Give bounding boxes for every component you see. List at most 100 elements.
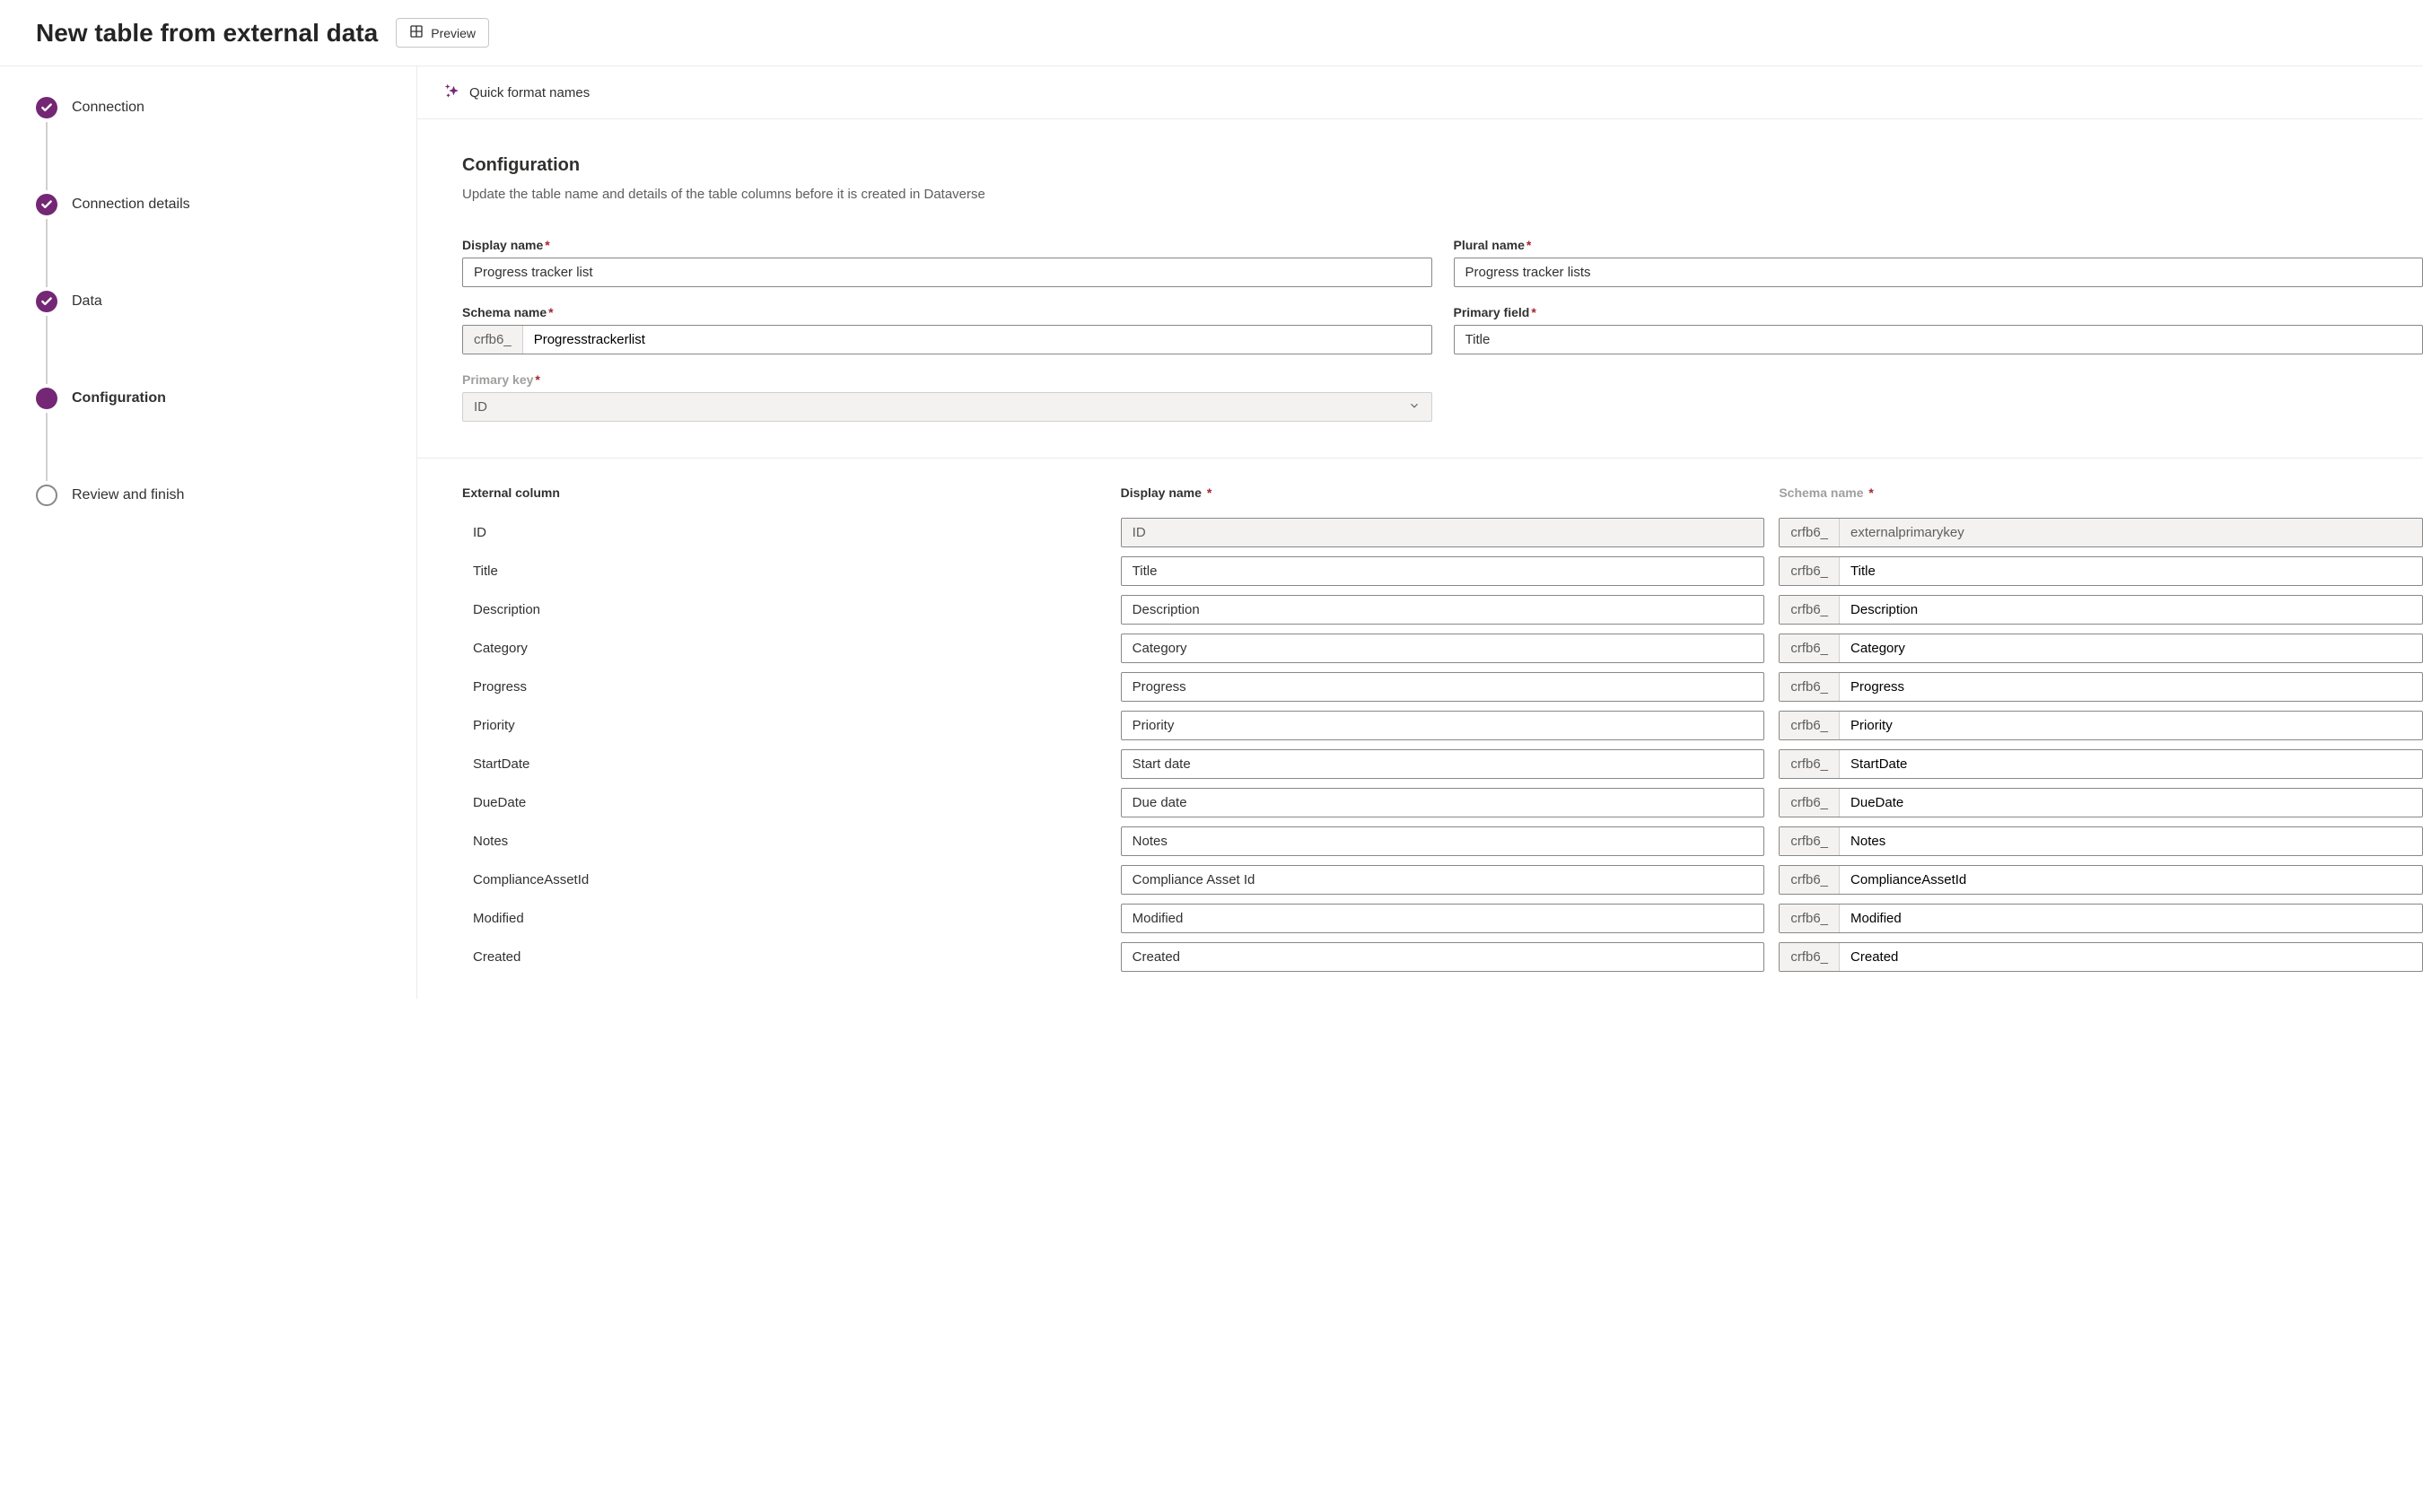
chevron-down-icon (1408, 399, 1421, 415)
plural-name-label: Plural name* (1454, 238, 2423, 252)
column-schema-name-input (1840, 519, 2422, 546)
plural-name-field: Plural name* (1454, 238, 2423, 287)
column-schema-name-input[interactable] (1840, 866, 2422, 894)
step-connector (46, 316, 48, 384)
preview-icon (409, 24, 424, 41)
column-schema-name-input[interactable] (1840, 557, 2422, 585)
schema-prefix: crfb6_ (1780, 866, 1840, 894)
column-display-name-input[interactable] (1121, 556, 1765, 586)
column-display-name-input[interactable] (1121, 942, 1765, 972)
step-connector (46, 219, 48, 287)
column-schema-wrap: crfb6_ (1779, 788, 2423, 817)
schema-prefix: crfb6_ (1780, 943, 1840, 971)
step-label: Connection (72, 100, 144, 116)
external-column-name: Description (462, 597, 1107, 623)
step-connection[interactable]: Connection (36, 93, 416, 122)
column-schema-wrap: crfb6_ (1779, 904, 2423, 933)
schema-prefix: crfb6_ (1780, 827, 1840, 855)
external-column-name: Created (462, 944, 1107, 970)
external-column-name: StartDate (462, 751, 1107, 777)
step-dot (36, 388, 57, 409)
column-schema-name-input[interactable] (1840, 827, 2422, 855)
step-label: Review and finish (72, 487, 184, 503)
step-dot (36, 485, 57, 506)
page-header: New table from external data Preview (0, 0, 2423, 66)
wizard-sidebar: Connection Connection details Data Configur… (0, 66, 417, 999)
column-schema-name-input[interactable] (1840, 634, 2422, 662)
external-column-name: Progress (462, 674, 1107, 700)
schema-prefix: crfb6_ (1780, 673, 1840, 701)
schema-prefix: crfb6_ (1780, 712, 1840, 739)
column-display-name-input[interactable] (1121, 711, 1765, 740)
column-schema-wrap: crfb6_ (1779, 865, 2423, 895)
configuration-section: Configuration Update the table name and … (417, 119, 2423, 459)
column-schema-wrap: crfb6_ (1779, 518, 2423, 547)
schema-prefix: crfb6_ (463, 326, 523, 354)
schema-name-field: Schema name* crfb6_ (462, 305, 1432, 354)
primary-field-field: Primary field* (1454, 305, 2423, 354)
primary-key-label: Primary key* (462, 372, 1432, 387)
schema-prefix: crfb6_ (1780, 905, 1840, 932)
column-schema-wrap: crfb6_ (1779, 749, 2423, 779)
plural-name-input[interactable] (1454, 258, 2423, 287)
step-label: Configuration (72, 390, 166, 406)
main-content: Quick format names Configuration Update … (417, 66, 2423, 999)
column-display-name-input[interactable] (1121, 672, 1765, 702)
column-schema-wrap: crfb6_ (1779, 711, 2423, 740)
step-configuration[interactable]: Configuration (36, 384, 416, 413)
external-column-name: DueDate (462, 790, 1107, 816)
page-title: New table from external data (36, 19, 378, 48)
column-schema-name-input[interactable] (1840, 789, 2422, 817)
primary-key-select[interactable]: ID (462, 392, 1432, 422)
column-schema-name-input[interactable] (1840, 943, 2422, 971)
schema-name-label: Schema name* (462, 305, 1432, 319)
check-icon (36, 97, 57, 118)
external-column-name: Category (462, 635, 1107, 661)
column-schema-name-input[interactable] (1840, 596, 2422, 624)
column-schema-name-input[interactable] (1840, 673, 2422, 701)
quick-format-button[interactable]: Quick format names (444, 83, 590, 102)
step-data[interactable]: Data (36, 287, 416, 316)
column-schema-wrap: crfb6_ (1779, 942, 2423, 972)
external-column-name: Priority (462, 712, 1107, 739)
external-column-name: Notes (462, 828, 1107, 854)
column-display-name-input[interactable] (1121, 865, 1765, 895)
quick-format-label: Quick format names (469, 85, 590, 101)
column-display-name-input[interactable] (1121, 595, 1765, 625)
column-display-name-input[interactable] (1121, 634, 1765, 663)
columns-grid: External columnDisplay name *Schema name… (462, 485, 2423, 972)
schema-prefix: crfb6_ (1780, 519, 1840, 546)
primary-field-input[interactable] (1454, 325, 2423, 354)
display-name-input[interactable] (462, 258, 1432, 287)
schema-prefix: crfb6_ (1780, 557, 1840, 585)
column-schema-wrap: crfb6_ (1779, 826, 2423, 856)
column-display-name-input (1121, 518, 1765, 547)
step-label: Data (72, 293, 102, 310)
column-schema-wrap: crfb6_ (1779, 672, 2423, 702)
column-display-name-input[interactable] (1121, 788, 1765, 817)
schema-name-input[interactable] (523, 326, 1431, 354)
step-list: Connection Connection details Data Configur… (36, 93, 416, 510)
step-connector (46, 122, 48, 190)
preview-label: Preview (431, 26, 476, 40)
check-icon (36, 291, 57, 312)
step-review-and-finish[interactable]: Review and finish (36, 481, 416, 510)
column-display-name-input[interactable] (1121, 826, 1765, 856)
step-connector (46, 413, 48, 481)
column-schema-name-input[interactable] (1840, 712, 2422, 739)
primary-key-field: Primary key* ID (462, 372, 1432, 422)
column-display-name-input[interactable] (1121, 904, 1765, 933)
schema-prefix: crfb6_ (1780, 789, 1840, 817)
primary-field-label: Primary field* (1454, 305, 2423, 319)
check-icon (36, 194, 57, 215)
external-column-header: External column (462, 485, 1107, 509)
step-connection-details[interactable]: Connection details (36, 190, 416, 219)
column-schema-name-input[interactable] (1840, 905, 2422, 932)
column-display-name-input[interactable] (1121, 749, 1765, 779)
preview-button[interactable]: Preview (396, 18, 489, 48)
schema-name-header: Schema name * (1779, 485, 2423, 509)
display-name-label: Display name* (462, 238, 1432, 252)
schema-prefix: crfb6_ (1780, 596, 1840, 624)
column-schema-name-input[interactable] (1840, 750, 2422, 778)
display-name-field: Display name* (462, 238, 1432, 287)
